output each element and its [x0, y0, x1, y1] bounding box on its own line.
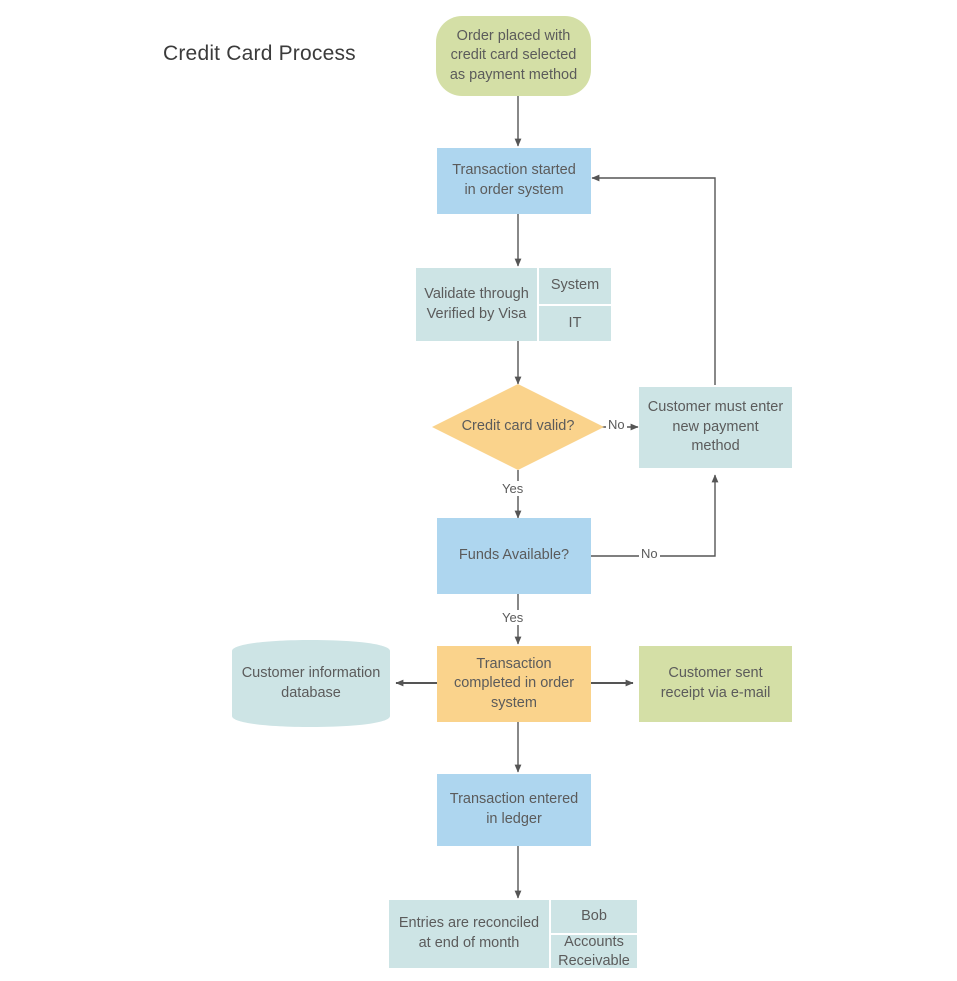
node-transaction-started-label: Transaction started in order system	[452, 162, 576, 198]
node-order-placed[interactable]: Order placed with credit card selected a…	[436, 16, 591, 96]
edge-label-valid-yes: Yes	[500, 481, 526, 496]
node-reconciled-side: Bob Accounts Receivable	[551, 900, 637, 969]
node-order-placed-label: Order placed with credit card selected a…	[449, 27, 578, 83]
node-credit-card-valid-label: Credit card valid?	[461, 418, 575, 435]
node-ledger-label: Transaction entered in ledger	[449, 791, 579, 827]
node-customer-database-label: Customer information database	[241, 664, 381, 701]
node-funds-available[interactable]: Funds Available?	[437, 518, 591, 594]
node-validate-visa-cell-it: IT	[539, 305, 611, 341]
node-transaction-completed-label: Transaction completed in order system	[453, 655, 575, 711]
node-customer-database[interactable]: Customer information database	[232, 640, 390, 727]
edge-label-funds-no: No	[639, 546, 660, 561]
node-validate-visa-side: System IT	[539, 268, 611, 341]
edge-label-funds-yes: Yes	[500, 610, 526, 625]
edge-funds-no-to-newpayment	[591, 474, 719, 557]
node-customer-new-payment[interactable]: Customer must enter new payment method	[639, 387, 792, 468]
node-reconciled-label: Entries are reconciled at end of month	[389, 900, 549, 968]
node-funds-available-label: Funds Available?	[458, 547, 570, 564]
page-title: Credit Card Process	[163, 42, 356, 65]
node-ledger[interactable]: Transaction entered in ledger	[437, 774, 591, 846]
node-transaction-completed[interactable]: Transaction completed in order system	[437, 646, 591, 722]
node-receipt-email-label: Customer sent receipt via e-mail	[660, 665, 771, 701]
node-reconciled-cell-accounts-receivable: Accounts Receivable	[551, 934, 637, 969]
node-transaction-started[interactable]: Transaction started in order system	[437, 148, 591, 214]
node-reconciled[interactable]: Entries are reconciled at end of month B…	[389, 900, 637, 969]
flowchart-canvas: Credit Card Process No Yes No Yes Order …	[0, 0, 957, 981]
node-receipt-email[interactable]: Customer sent receipt via e-mail	[639, 646, 792, 722]
node-validate-visa-cell-system: System	[539, 268, 611, 304]
node-credit-card-valid[interactable]: Credit card valid?	[432, 384, 604, 470]
node-validate-visa-label: Validate through Verified by Visa	[416, 268, 537, 341]
node-reconciled-cell-bob: Bob	[551, 900, 637, 933]
node-validate-visa[interactable]: Validate through Verified by Visa System…	[416, 268, 611, 341]
node-customer-new-payment-label: Customer must enter new payment method	[647, 399, 784, 455]
edge-label-valid-no: No	[606, 417, 627, 432]
